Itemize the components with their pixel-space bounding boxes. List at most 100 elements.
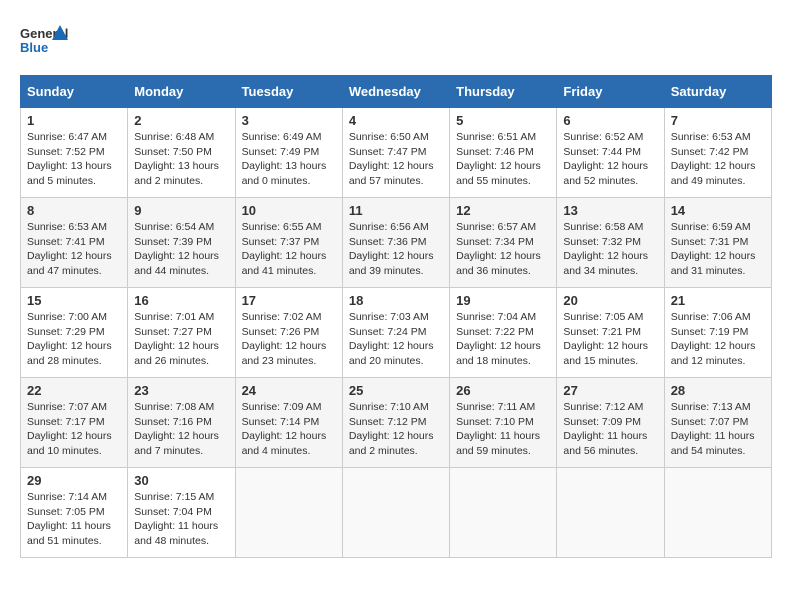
calendar-cell [664, 468, 771, 558]
calendar-cell: 18Sunrise: 7:03 AMSunset: 7:24 PMDayligh… [342, 288, 449, 378]
day-info: Daylight: 11 hours [456, 429, 550, 444]
day-info: Daylight: 12 hours [349, 159, 443, 174]
day-number: 14 [671, 203, 765, 218]
day-info: Sunset: 7:04 PM [134, 505, 228, 520]
day-info: Sunrise: 7:04 AM [456, 310, 550, 325]
day-info: Sunset: 7:32 PM [563, 235, 657, 250]
calendar-cell: 28 Sunrise: 7:13 AMSunset: 7:07 PMDayligh… [664, 378, 771, 468]
day-number: 12 [456, 203, 550, 218]
day-info: Sunset: 7:12 PM [349, 415, 443, 430]
day-info: Sunrise: 7:14 AM [27, 490, 121, 505]
day-info: Sunset: 7:09 PM [563, 415, 657, 430]
day-info: and 39 minutes. [349, 264, 443, 279]
calendar-cell: 10Sunrise: 6:55 AMSunset: 7:37 PMDayligh… [235, 198, 342, 288]
day-info: Sunrise: 6:55 AM [242, 220, 336, 235]
day-number: 29 [27, 473, 121, 488]
day-number: 16 [134, 293, 228, 308]
calendar-table: SundayMondayTuesdayWednesdayThursdayFrid… [20, 75, 772, 558]
day-info: and 2 minutes. [349, 444, 443, 459]
svg-text:Blue: Blue [20, 40, 48, 55]
column-header-friday: Friday [557, 76, 664, 108]
day-number: 9 [134, 203, 228, 218]
day-number: 6 [563, 113, 657, 128]
day-info: Sunset: 7:17 PM [27, 415, 121, 430]
day-info: Sunset: 7:52 PM [27, 145, 121, 160]
calendar-cell: 17Sunrise: 7:02 AMSunset: 7:26 PMDayligh… [235, 288, 342, 378]
day-number: 21 [671, 293, 765, 308]
calendar-cell: 25 Sunrise: 7:10 AMSunset: 7:12 PMDayligh… [342, 378, 449, 468]
day-info: Sunrise: 6:47 AM [27, 130, 121, 145]
day-info: Daylight: 12 hours [134, 429, 228, 444]
calendar-cell: 13Sunrise: 6:58 AMSunset: 7:32 PMDayligh… [557, 198, 664, 288]
day-info: Sunset: 7:37 PM [242, 235, 336, 250]
column-header-saturday: Saturday [664, 76, 771, 108]
day-info: Sunset: 7:50 PM [134, 145, 228, 160]
day-info: and 44 minutes. [134, 264, 228, 279]
calendar-cell [342, 468, 449, 558]
day-info: Sunset: 7:05 PM [27, 505, 121, 520]
calendar-cell [235, 468, 342, 558]
day-info: Daylight: 12 hours [456, 249, 550, 264]
day-info: Sunrise: 6:58 AM [563, 220, 657, 235]
column-header-thursday: Thursday [450, 76, 557, 108]
calendar-cell [450, 468, 557, 558]
calendar-cell: 20Sunrise: 7:05 AMSunset: 7:21 PMDayligh… [557, 288, 664, 378]
calendar-cell: 11Sunrise: 6:56 AMSunset: 7:36 PMDayligh… [342, 198, 449, 288]
day-info: and 55 minutes. [456, 174, 550, 189]
day-info: Sunset: 7:42 PM [671, 145, 765, 160]
day-info: Sunset: 7:07 PM [671, 415, 765, 430]
day-info: and 4 minutes. [242, 444, 336, 459]
day-info: Sunrise: 6:56 AM [349, 220, 443, 235]
day-info: and 36 minutes. [456, 264, 550, 279]
logo: General Blue [20, 20, 70, 65]
calendar-cell: 5Sunrise: 6:51 AMSunset: 7:46 PMDaylight… [450, 108, 557, 198]
day-info: and 56 minutes. [563, 444, 657, 459]
day-info: Sunset: 7:46 PM [456, 145, 550, 160]
day-number: 17 [242, 293, 336, 308]
day-info: Sunrise: 7:13 AM [671, 400, 765, 415]
day-number: 1 [27, 113, 121, 128]
calendar-cell: 22Sunrise: 7:07 AMSunset: 7:17 PMDayligh… [21, 378, 128, 468]
day-number: 30 [134, 473, 228, 488]
calendar-cell: 2Sunrise: 6:48 AMSunset: 7:50 PMDaylight… [128, 108, 235, 198]
day-info: Sunset: 7:22 PM [456, 325, 550, 340]
calendar-cell: 19Sunrise: 7:04 AMSunset: 7:22 PMDayligh… [450, 288, 557, 378]
calendar-cell: 27Sunrise: 7:12 AMSunset: 7:09 PMDayligh… [557, 378, 664, 468]
day-info: Sunrise: 7:02 AM [242, 310, 336, 325]
day-number: 8 [27, 203, 121, 218]
calendar-cell: 23Sunrise: 7:08 AMSunset: 7:16 PMDayligh… [128, 378, 235, 468]
day-info: Daylight: 11 hours [671, 429, 765, 444]
calendar-cell: 15Sunrise: 7:00 AMSunset: 7:29 PMDayligh… [21, 288, 128, 378]
day-info: Sunset: 7:16 PM [134, 415, 228, 430]
calendar-cell: 24Sunrise: 7:09 AMSunset: 7:14 PMDayligh… [235, 378, 342, 468]
day-info: Sunrise: 7:10 AM [349, 400, 443, 415]
day-info: Sunset: 7:34 PM [456, 235, 550, 250]
calendar-cell: 12Sunrise: 6:57 AMSunset: 7:34 PMDayligh… [450, 198, 557, 288]
day-info: and 20 minutes. [349, 354, 443, 369]
day-number: 28 [671, 383, 765, 398]
day-info: Daylight: 12 hours [349, 429, 443, 444]
day-info: Sunrise: 7:08 AM [134, 400, 228, 415]
day-number: 25 [349, 383, 443, 398]
day-info: Daylight: 12 hours [563, 339, 657, 354]
day-info: Sunrise: 6:53 AM [27, 220, 121, 235]
day-info: Daylight: 12 hours [671, 339, 765, 354]
day-info: Sunset: 7:29 PM [27, 325, 121, 340]
day-number: 20 [563, 293, 657, 308]
day-number: 15 [27, 293, 121, 308]
day-info: and 57 minutes. [349, 174, 443, 189]
column-header-tuesday: Tuesday [235, 76, 342, 108]
day-info: Sunset: 7:10 PM [456, 415, 550, 430]
day-info: Daylight: 12 hours [242, 339, 336, 354]
day-number: 10 [242, 203, 336, 218]
day-number: 2 [134, 113, 228, 128]
day-number: 11 [349, 203, 443, 218]
day-info: Sunrise: 7:07 AM [27, 400, 121, 415]
day-info: Sunset: 7:31 PM [671, 235, 765, 250]
day-info: Sunrise: 7:06 AM [671, 310, 765, 325]
day-info: and 49 minutes. [671, 174, 765, 189]
day-number: 13 [563, 203, 657, 218]
day-info: Daylight: 12 hours [456, 159, 550, 174]
day-number: 18 [349, 293, 443, 308]
calendar-cell: 8Sunrise: 6:53 AMSunset: 7:41 PMDaylight… [21, 198, 128, 288]
